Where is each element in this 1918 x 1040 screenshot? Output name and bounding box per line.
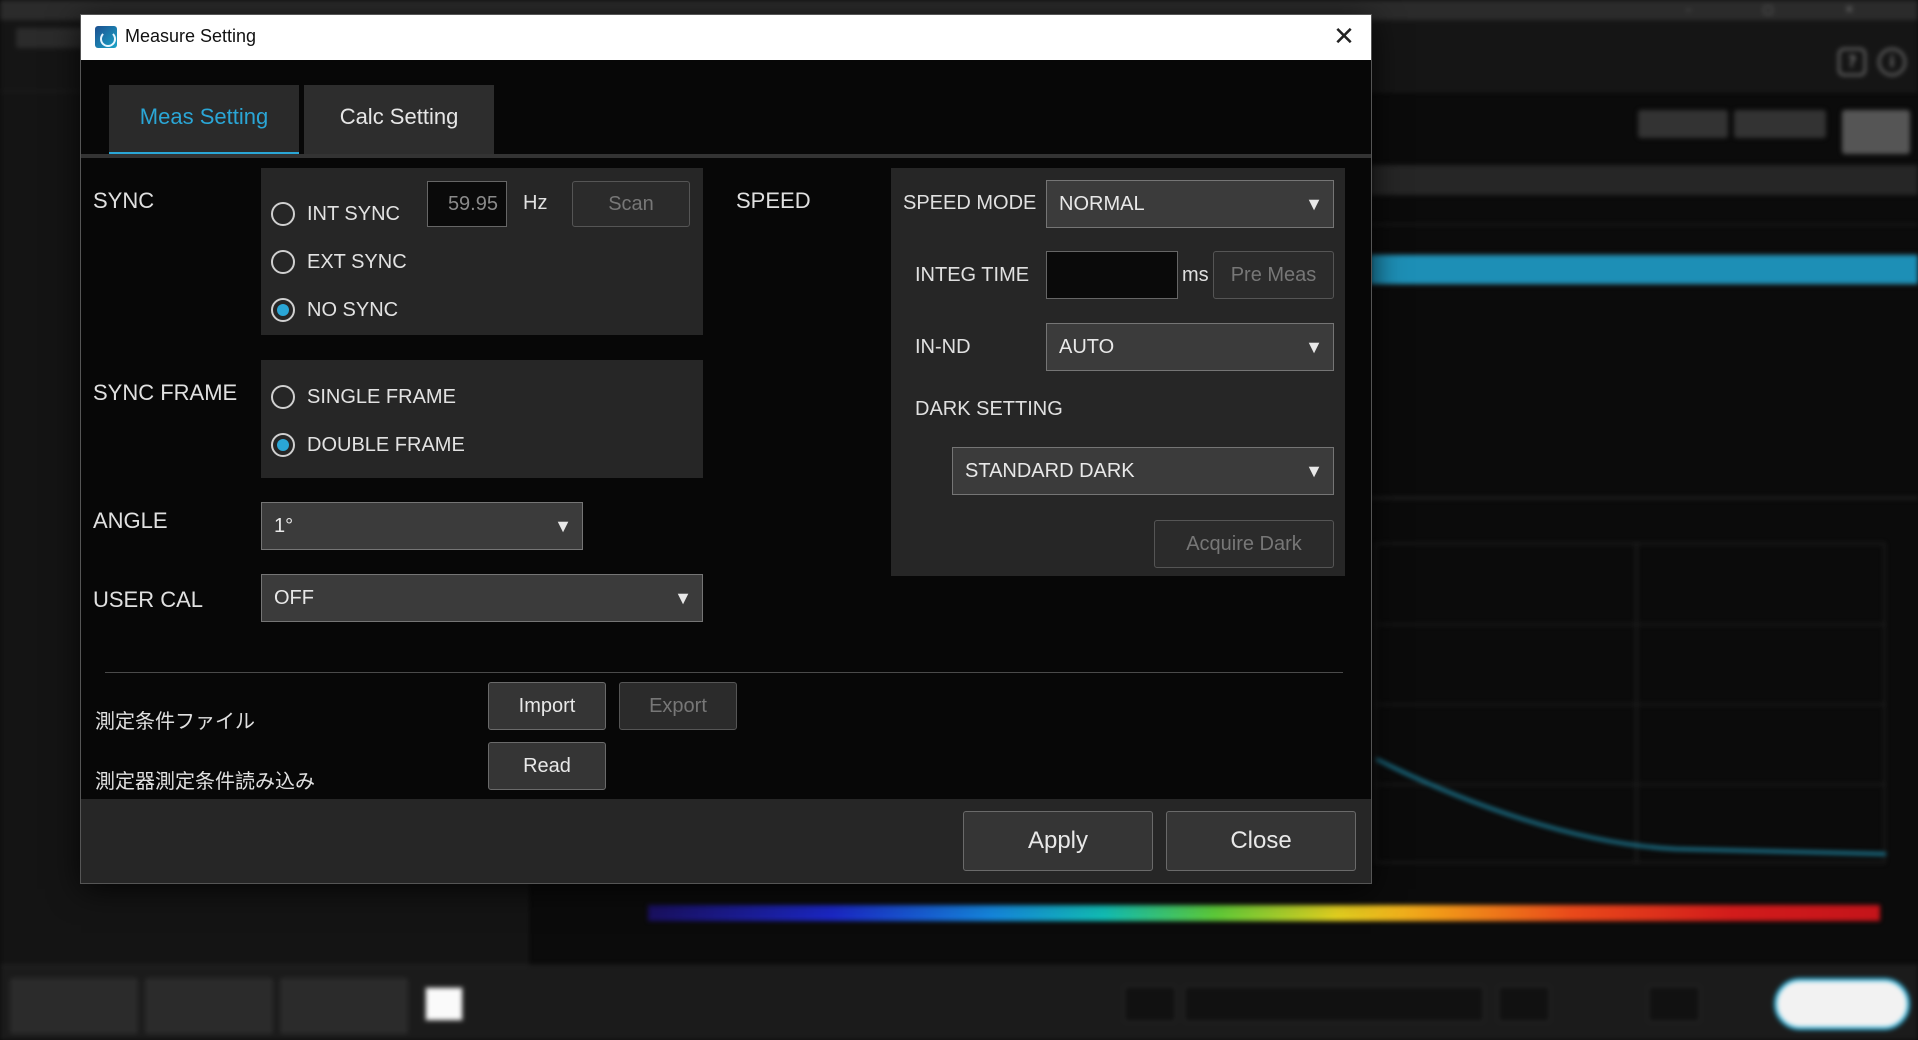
radio-int-sync-indicator [271,202,295,226]
dialog-titlebar: Measure Setting ✕ [81,15,1371,60]
bg-bottom-bar [0,965,1918,1040]
radio-ext-sync-indicator [271,250,295,274]
bg-button-3 [1842,110,1910,154]
in-nd-value: AUTO [1059,336,1115,358]
close-button[interactable]: Close [1166,811,1356,871]
integ-time-unit: ms [1182,264,1209,286]
chevron-down-icon: ▼ [1305,194,1323,214]
bg-measure-button [1774,978,1910,1030]
bg-plot-curve [1376,757,1886,856]
dark-setting-select[interactable]: STANDARD DARK ▼ [952,447,1334,495]
import-button[interactable]: Import [488,682,606,730]
sync-panel: INT SYNC EXT SYNC NO SYNC 59.95 Hz Scan [261,168,703,335]
radio-single-frame[interactable]: SINGLE FRAME [271,385,456,409]
sync-frame-panel: SINGLE FRAME DOUBLE FRAME [261,360,703,478]
chevron-down-icon: ▼ [1305,461,1323,481]
scan-button[interactable]: Scan [572,181,690,227]
sync-label: SYNC [93,188,155,213]
bg-button-1 [1638,110,1728,138]
info-icon: i [1878,48,1906,76]
sync-frequency-unit: Hz [523,192,548,214]
speed-mode-label: SPEED MODE [903,192,1037,214]
angle-select-value: 1° [274,515,294,537]
radio-int-sync-label: INT SYNC [307,202,400,225]
bg-field-2 [1184,986,1484,1022]
radio-double-frame[interactable]: DOUBLE FRAME [271,433,465,457]
radio-single-frame-label: SINGLE FRAME [307,385,456,408]
speed-mode-select[interactable]: NORMAL ▼ [1046,180,1334,228]
dark-setting-value: STANDARD DARK [965,460,1135,482]
radio-no-sync[interactable]: NO SYNC [271,298,398,322]
integ-time-label: INTEG TIME [915,264,1030,286]
radio-double-frame-label: DOUBLE FRAME [307,433,465,456]
radio-double-frame-indicator [271,433,295,457]
dialog-footer: Apply Close [81,799,1371,883]
user-cal-select-value: OFF [274,587,314,609]
bg-color-swatch [424,986,464,1022]
speed-panel: SPEED MODE NORMAL ▼ INTEG TIME ms Pre Me… [891,168,1345,576]
speed-mode-value: NORMAL [1059,193,1145,215]
close-icon[interactable]: ✕ [1323,17,1365,57]
tab-underline [81,154,1371,158]
section-divider [105,672,1343,673]
radio-ext-sync[interactable]: EXT SYNC [271,250,407,274]
radio-int-sync[interactable]: INT SYNC [271,202,400,226]
bg-bottom-button-2 [145,978,273,1034]
instrument-read-label: 測定器測定条件読み込み [95,771,315,793]
bg-bottom-button-3 [280,978,408,1034]
pre-meas-button[interactable]: Pre Meas [1213,251,1334,299]
radio-no-sync-indicator [271,298,295,322]
bg-divider [1370,497,1918,499]
radio-no-sync-label: NO SYNC [307,298,399,321]
bg-plot [1375,543,1886,863]
bg-field-3 [1498,986,1550,1022]
bg-button-2 [1734,110,1826,138]
angle-label: ANGLE [93,508,168,533]
bg-window-controls: – ▢ ✕ [1685,3,1888,16]
bg-table [1370,165,1918,285]
help-icon: ? [1838,48,1866,76]
speed-label: SPEED [736,188,811,213]
user-cal-label: USER CAL [93,587,204,612]
app-icon [95,26,117,48]
in-nd-label: IN-ND [915,336,971,358]
dark-setting-label: DARK SETTING [915,398,1063,420]
apply-button[interactable]: Apply [963,811,1153,871]
dialog-title: Measure Setting [125,26,257,46]
in-nd-select[interactable]: AUTO ▼ [1046,323,1334,371]
radio-single-frame-indicator [271,385,295,409]
angle-select[interactable]: 1° ▼ [261,502,583,550]
acquire-dark-button[interactable]: Acquire Dark [1154,520,1334,568]
measure-setting-dialog: Measure Setting ✕ Meas Setting Calc Sett… [81,15,1371,883]
integ-time-input[interactable] [1046,251,1178,299]
chevron-down-icon: ▼ [554,516,572,536]
radio-ext-sync-label: EXT SYNC [307,250,407,273]
export-button[interactable]: Export [619,682,737,730]
bg-field-4 [1648,986,1700,1022]
bg-field-1 [1124,986,1176,1022]
read-button[interactable]: Read [488,742,606,790]
chevron-down-icon: ▼ [674,588,692,608]
sync-frame-label: SYNC FRAME [93,380,238,405]
chevron-down-icon: ▼ [1305,337,1323,357]
bg-bottom-button-1 [10,978,138,1034]
bg-spectrum-bar [648,905,1880,921]
tab-calc-setting[interactable]: Calc Setting [304,85,494,158]
tab-meas-setting[interactable]: Meas Setting [109,85,299,158]
user-cal-select[interactable]: OFF ▼ [261,574,703,622]
condition-file-label: 測定条件ファイル [95,711,255,733]
sync-frequency-input[interactable]: 59.95 [427,181,507,227]
